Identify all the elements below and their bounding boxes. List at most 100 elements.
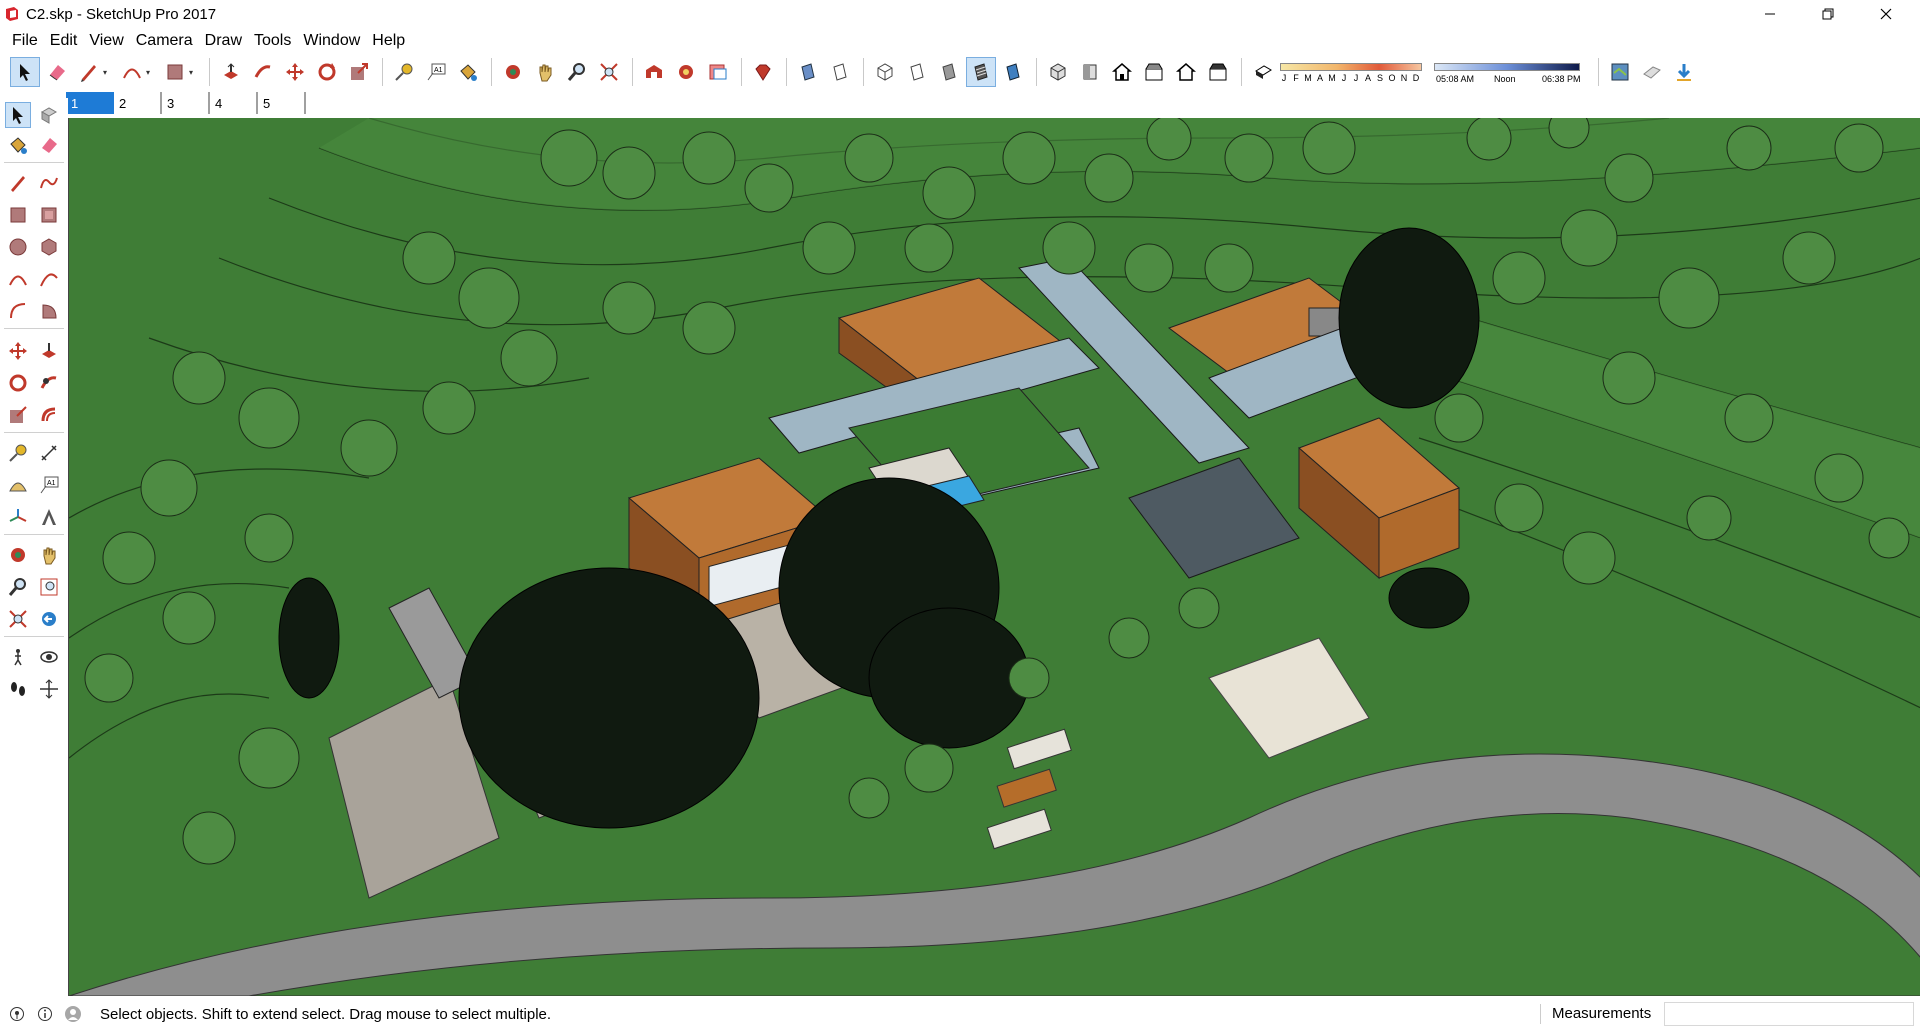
push-pull-tool-button[interactable] xyxy=(216,57,246,87)
hidden-line-style-button[interactable] xyxy=(870,57,900,87)
menu-tools[interactable]: Tools xyxy=(248,28,297,54)
add-location-button[interactable] xyxy=(1605,57,1635,87)
paint-bucket-tool-button[interactable] xyxy=(453,57,483,87)
shaded-textures-style-button[interactable] xyxy=(934,57,964,87)
zoom-window-tool-button[interactable] xyxy=(36,574,62,600)
menu-draw[interactable]: Draw xyxy=(199,28,248,54)
pie-tool-button[interactable] xyxy=(36,298,62,324)
scene-tab-2[interactable]: 2 xyxy=(114,92,162,114)
zoom-tool-button[interactable] xyxy=(5,574,31,600)
scale-tool-button[interactable] xyxy=(344,57,374,87)
axes-tool-button[interactable] xyxy=(5,504,31,530)
import-button[interactable] xyxy=(1669,57,1699,87)
ruby-console-button[interactable] xyxy=(748,57,778,87)
text-tool-button[interactable]: A1 xyxy=(421,57,451,87)
follow-me-tool-button[interactable] xyxy=(36,370,62,396)
shaded-style-button[interactable] xyxy=(902,57,932,87)
xray-style-button[interactable] xyxy=(793,57,823,87)
back-view-button[interactable] xyxy=(1171,57,1201,87)
move-tool-button[interactable] xyxy=(5,338,31,364)
scale-tool-button[interactable] xyxy=(5,402,31,428)
rectangle-tool-button[interactable] xyxy=(160,57,190,87)
dimension-tool-button[interactable] xyxy=(36,440,62,466)
paint-bucket-tool-button[interactable] xyxy=(5,132,31,158)
text-tool-button[interactable]: A1 xyxy=(36,472,62,498)
select-tool-button[interactable] xyxy=(5,102,31,128)
select-tool-button[interactable] xyxy=(10,57,40,87)
menu-camera[interactable]: Camera xyxy=(130,28,199,54)
polygon-tool-button[interactable] xyxy=(36,234,62,260)
pan-tool-button[interactable] xyxy=(530,57,560,87)
model-scene[interactable] xyxy=(69,118,1920,996)
front-view-button[interactable] xyxy=(1107,57,1137,87)
two-point-arc-tool-button[interactable] xyxy=(36,266,62,292)
eraser-tool-button[interactable] xyxy=(36,132,62,158)
position-camera-tool-button[interactable] xyxy=(5,644,31,670)
display-shadows-button[interactable] xyxy=(1248,57,1278,87)
monochrome-style-button[interactable] xyxy=(966,57,996,87)
user-account-button[interactable] xyxy=(62,1003,84,1025)
arc-tool-button[interactable] xyxy=(117,57,147,87)
orbit-tool-button[interactable] xyxy=(498,57,528,87)
protractor-tool-button[interactable] xyxy=(5,472,31,498)
follow-me-tool-button[interactable] xyxy=(248,57,278,87)
left-view-button[interactable] xyxy=(1203,57,1233,87)
zoom-extents-tool-button[interactable] xyxy=(594,57,624,87)
scene-tab-4[interactable]: 4 xyxy=(210,92,258,114)
3d-text-tool-button[interactable] xyxy=(36,504,62,530)
make-component-button[interactable] xyxy=(36,102,62,128)
zoom-tool-button[interactable] xyxy=(562,57,592,87)
menu-window[interactable]: Window xyxy=(297,28,366,54)
previous-view-button[interactable] xyxy=(36,606,62,632)
eraser-tool-button[interactable] xyxy=(42,57,72,87)
wireframe-style-button[interactable] xyxy=(825,57,855,87)
arc-tool-button[interactable] xyxy=(5,266,31,292)
shadow-date-slider[interactable]: J F M A M J J A S O N D xyxy=(1280,57,1426,87)
scene-tab-1[interactable]: 1 xyxy=(66,92,114,114)
circle-tool-button[interactable] xyxy=(5,234,31,260)
three-point-arc-tool-button[interactable] xyxy=(5,298,31,324)
move-tool-button[interactable] xyxy=(280,57,310,87)
scene-tab-5[interactable]: 5 xyxy=(258,92,306,114)
rotate-tool-button[interactable] xyxy=(312,57,342,87)
pencil-tool-button[interactable] xyxy=(74,57,104,87)
walk-tool-button[interactable] xyxy=(5,676,31,702)
orbit-tool-button[interactable] xyxy=(5,542,31,568)
rectangle-tool-button[interactable] xyxy=(5,202,31,228)
scene-tab-3[interactable]: 3 xyxy=(162,92,210,114)
look-around-tool-button[interactable] xyxy=(36,644,62,670)
3d-warehouse-button[interactable] xyxy=(639,57,669,87)
menu-help[interactable]: Help xyxy=(366,28,411,54)
measurements-input[interactable] xyxy=(1664,1002,1914,1026)
right-view-button[interactable] xyxy=(1139,57,1169,87)
extension-warehouse-button[interactable] xyxy=(671,57,701,87)
shadow-time-track[interactable] xyxy=(1434,63,1580,71)
tape-measure-tool-button[interactable] xyxy=(389,57,419,87)
rotated-rectangle-tool-button[interactable] xyxy=(36,202,62,228)
pan-tool-button[interactable] xyxy=(36,542,62,568)
shadow-time-slider[interactable]: 05:08 AM Noon 06:38 PM xyxy=(1434,57,1584,87)
minimize-button[interactable] xyxy=(1742,0,1798,28)
rotate-tool-button[interactable] xyxy=(5,370,31,396)
color-by-layer-button[interactable] xyxy=(998,57,1028,87)
arc-dropdown-icon[interactable]: ▾ xyxy=(146,57,154,87)
menu-view[interactable]: View xyxy=(83,28,129,54)
section-plane-tool-button[interactable] xyxy=(36,676,62,702)
send-to-layout-button[interactable] xyxy=(703,57,733,87)
offset-tool-button[interactable] xyxy=(36,402,62,428)
zoom-extents-tool-button[interactable] xyxy=(5,606,31,632)
line-tool-button[interactable] xyxy=(5,170,31,196)
freehand-tool-button[interactable] xyxy=(36,170,62,196)
menu-edit[interactable]: Edit xyxy=(44,28,84,54)
geo-location-status-button[interactable] xyxy=(6,1003,28,1025)
close-button[interactable] xyxy=(1858,0,1914,28)
credits-status-button[interactable] xyxy=(34,1003,56,1025)
top-view-button[interactable] xyxy=(1075,57,1105,87)
rectangle-dropdown-icon[interactable]: ▾ xyxy=(189,57,197,87)
pencil-dropdown-icon[interactable]: ▾ xyxy=(103,57,111,87)
menu-file[interactable]: File xyxy=(6,28,44,54)
tape-measure-tool-button[interactable] xyxy=(5,440,31,466)
restore-button[interactable] xyxy=(1800,0,1856,28)
push-pull-tool-button[interactable] xyxy=(36,338,62,364)
iso-view-button[interactable] xyxy=(1043,57,1073,87)
